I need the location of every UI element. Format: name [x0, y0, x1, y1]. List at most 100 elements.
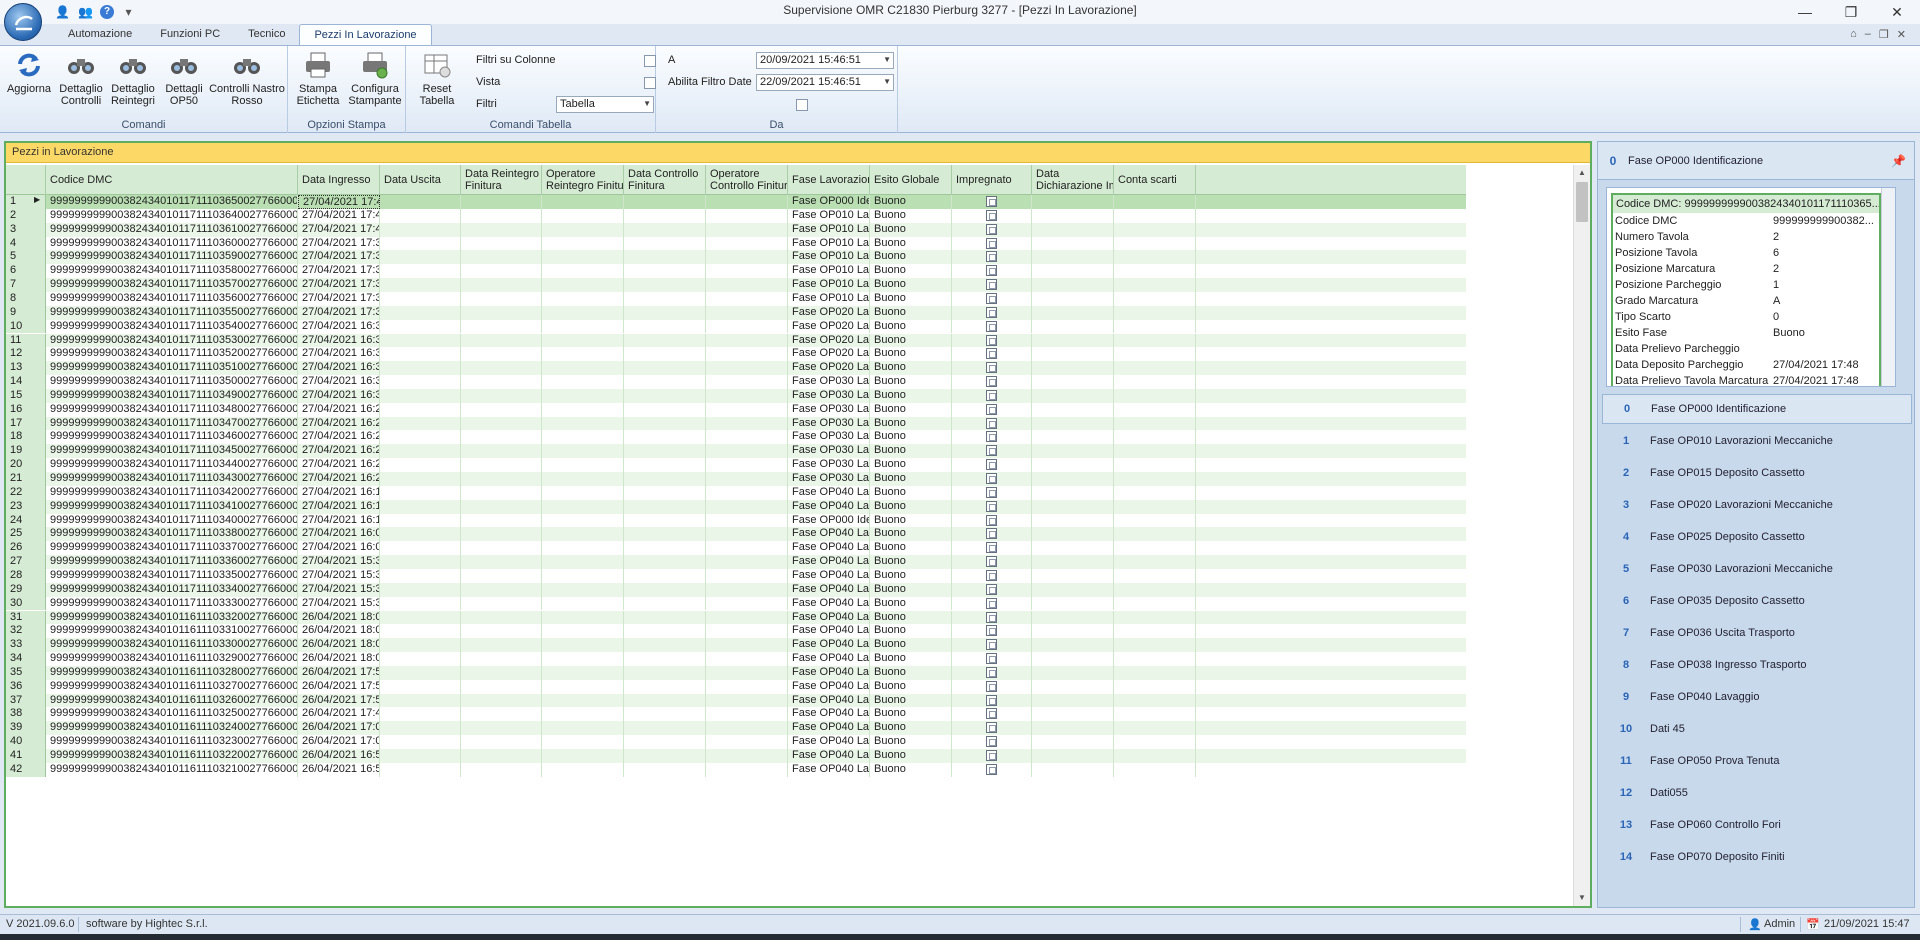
table-row[interactable]: 8 999999999900382434010117111035600277660…	[6, 291, 1466, 306]
impregnato-checkbox[interactable]	[986, 348, 997, 360]
phase-item[interactable]: 0 Fase OP000 Identificazione	[1602, 394, 1912, 424]
impregnato-checkbox[interactable]	[986, 334, 997, 346]
impregnato-checkbox[interactable]	[986, 653, 997, 665]
users-icon[interactable]: 👥	[77, 3, 94, 20]
detail-scrollbar[interactable]	[1881, 188, 1895, 386]
column-header[interactable]: Data Reintegro Finitura	[461, 165, 542, 195]
table-row[interactable]: 24 99999999990038243401011711103400027766…	[6, 513, 1466, 528]
application-menu-button[interactable]	[4, 3, 42, 41]
column-header[interactable]: Data Dichiarazione Im...	[1032, 165, 1114, 195]
abilita-filtro-date-checkbox[interactable]	[796, 99, 808, 111]
table-row[interactable]: 11 99999999990038243401011711103530027766…	[6, 333, 1466, 348]
impregnato-checkbox[interactable]	[986, 597, 997, 609]
ribbon-collapse-icon[interactable]: ⌂	[1850, 28, 1857, 41]
dettaglio-controlli-button[interactable]: Dettaglio Controlli	[56, 50, 106, 107]
abilita-date-picker[interactable]: 22/09/2021 15:46:51 ▼	[756, 74, 894, 91]
vista-checkbox[interactable]	[644, 77, 656, 89]
tab-pezzi-in-lavorazione[interactable]: Pezzi In Lavorazione	[299, 24, 432, 46]
impregnato-checkbox[interactable]	[986, 389, 997, 401]
impregnato-checkbox[interactable]	[986, 694, 997, 706]
impregnato-checkbox[interactable]	[986, 611, 997, 623]
phase-item[interactable]: 7 Fase OP036 Uscita Trasporto	[1602, 618, 1912, 648]
phase-item[interactable]: 8 Fase OP038 Ingresso Trasporto	[1602, 650, 1912, 680]
table-row[interactable]: 19 99999999990038243401011711103450027766…	[6, 444, 1466, 459]
impregnato-checkbox[interactable]	[986, 376, 997, 388]
controlli-nastro-rosso-button[interactable]: Controlli Nastro Rosso	[208, 50, 286, 107]
configura-stampante-button[interactable]: Configura Stampante	[346, 50, 404, 107]
table-row[interactable]: 18 99999999990038243401011711103460027766…	[6, 430, 1466, 445]
impregnato-checkbox[interactable]	[986, 320, 997, 332]
impregnato-checkbox[interactable]	[986, 736, 997, 748]
table-row[interactable]: 36 99999999990038243401011611103270027766…	[6, 679, 1466, 694]
reset-tabella-button[interactable]: Reset Tabella	[416, 50, 458, 107]
impregnato-checkbox[interactable]	[986, 542, 997, 554]
table-row[interactable]: 31 99999999990038243401011611103320027766…	[6, 610, 1466, 625]
dettaglio-reintegri-button[interactable]: Dettaglio Reintegri	[108, 50, 158, 107]
table-row[interactable]: 22 99999999990038243401011711103420027766…	[6, 485, 1466, 500]
impregnato-checkbox[interactable]	[986, 680, 997, 692]
stampa-etichetta-button[interactable]: Stampa Etichetta	[292, 50, 344, 107]
table-row[interactable]: 12 99999999990038243401011711103520027766…	[6, 347, 1466, 362]
table-row[interactable]: 3 999999999900382434010117111036100277660…	[6, 222, 1466, 237]
impregnato-checkbox[interactable]	[986, 625, 997, 637]
table-row[interactable]: 1 ▶ 99999999990038243401011711103650027766…	[6, 195, 1466, 209]
column-header[interactable]: Codice DMC	[46, 165, 298, 195]
impregnato-checkbox[interactable]	[986, 459, 997, 471]
impregnato-checkbox[interactable]	[986, 514, 997, 526]
scroll-up-icon[interactable]: ▲	[1574, 165, 1590, 181]
filtri-select[interactable]: Tabella ▼	[556, 96, 654, 113]
table-row[interactable]: 26 99999999990038243401011711103370027766…	[6, 541, 1466, 556]
table-row[interactable]: 14 99999999990038243401011711103500027766…	[6, 375, 1466, 389]
impregnato-checkbox[interactable]	[986, 306, 997, 318]
impregnato-checkbox[interactable]	[986, 500, 997, 512]
a-date-picker[interactable]: 20/09/2021 15:46:51 ▼	[756, 52, 894, 69]
pin-icon[interactable]: 📌	[1891, 154, 1906, 168]
impregnato-checkbox[interactable]	[986, 445, 997, 457]
table-row[interactable]: 10 99999999990038243401011711103540027766…	[6, 319, 1466, 334]
table-row[interactable]: 29 99999999990038243401011711103340027766…	[6, 582, 1466, 597]
restore-icon[interactable]: ❐	[1828, 0, 1874, 24]
table-row[interactable]: 5 999999999900382434010117111035900277660…	[6, 250, 1466, 265]
table-row[interactable]: 23 99999999990038243401011711103410027766…	[6, 499, 1466, 514]
scroll-down-icon[interactable]: ▼	[1574, 890, 1590, 906]
table-row[interactable]: 27 99999999990038243401011711103360027766…	[6, 555, 1466, 569]
tab-funzioni-pc[interactable]: Funzioni PC	[146, 24, 234, 46]
phase-item[interactable]: 13 Fase OP060 Controllo Fori	[1602, 810, 1912, 840]
impregnato-checkbox[interactable]	[986, 639, 997, 651]
column-header[interactable]: Data Uscita	[380, 165, 461, 195]
impregnato-checkbox[interactable]	[986, 362, 997, 374]
impregnato-checkbox[interactable]	[986, 265, 997, 277]
dropdown-icon[interactable]: ▾	[120, 3, 137, 20]
table-row[interactable]: 42 99999999990038243401011611103210027766…	[6, 762, 1466, 777]
table-row[interactable]: 40 99999999990038243401011611103230027766…	[6, 735, 1466, 749]
tab-tecnico[interactable]: Tecnico	[234, 24, 299, 46]
impregnato-checkbox[interactable]	[986, 569, 997, 581]
column-header[interactable]: Operatore Reintegro Finitura	[542, 165, 624, 195]
table-row[interactable]: 37 99999999990038243401011611103260027766…	[6, 693, 1466, 708]
table-row[interactable]: 30 99999999990038243401011711103330027766…	[6, 596, 1466, 611]
phase-item[interactable]: 6 Fase OP035 Deposito Cassetto	[1602, 586, 1912, 616]
phase-item[interactable]: 14 Fase OP070 Deposito Finiti	[1602, 842, 1912, 872]
column-header[interactable]: Esito Globale	[870, 165, 952, 195]
phase-item[interactable]: 9 Fase OP040 Lavaggio	[1602, 682, 1912, 712]
impregnato-checkbox[interactable]	[986, 279, 997, 291]
impregnato-checkbox[interactable]	[986, 223, 997, 235]
close-icon[interactable]: ✕	[1874, 0, 1920, 24]
table-row[interactable]: 35 99999999990038243401011611103280027766…	[6, 665, 1466, 680]
impregnato-checkbox[interactable]	[986, 528, 997, 540]
table-row[interactable]: 17 99999999990038243401011711103470027766…	[6, 416, 1466, 431]
table-row[interactable]: 9 999999999900382434010117111035500277660…	[6, 305, 1466, 320]
table-row[interactable]: 21 99999999990038243401011711103430027766…	[6, 472, 1466, 486]
table-row[interactable]: 13 99999999990038243401011711103510027766…	[6, 361, 1466, 376]
dettagli-op50-button[interactable]: Dettagli OP50	[160, 50, 208, 107]
impregnato-checkbox[interactable]	[986, 209, 997, 221]
impregnato-checkbox[interactable]	[986, 666, 997, 678]
impregnato-checkbox[interactable]	[986, 722, 997, 734]
table-row[interactable]: 28 99999999990038243401011711103350027766…	[6, 568, 1466, 583]
table-row[interactable]: 33 99999999990038243401011611103300027766…	[6, 638, 1466, 653]
impregnato-checkbox[interactable]	[986, 292, 997, 304]
table-row[interactable]: 16 99999999990038243401011711103480027766…	[6, 402, 1466, 417]
filtri-colonne-checkbox[interactable]	[644, 55, 656, 67]
impregnato-checkbox[interactable]	[986, 403, 997, 415]
mdi-restore-icon[interactable]: ❐	[1879, 28, 1889, 41]
